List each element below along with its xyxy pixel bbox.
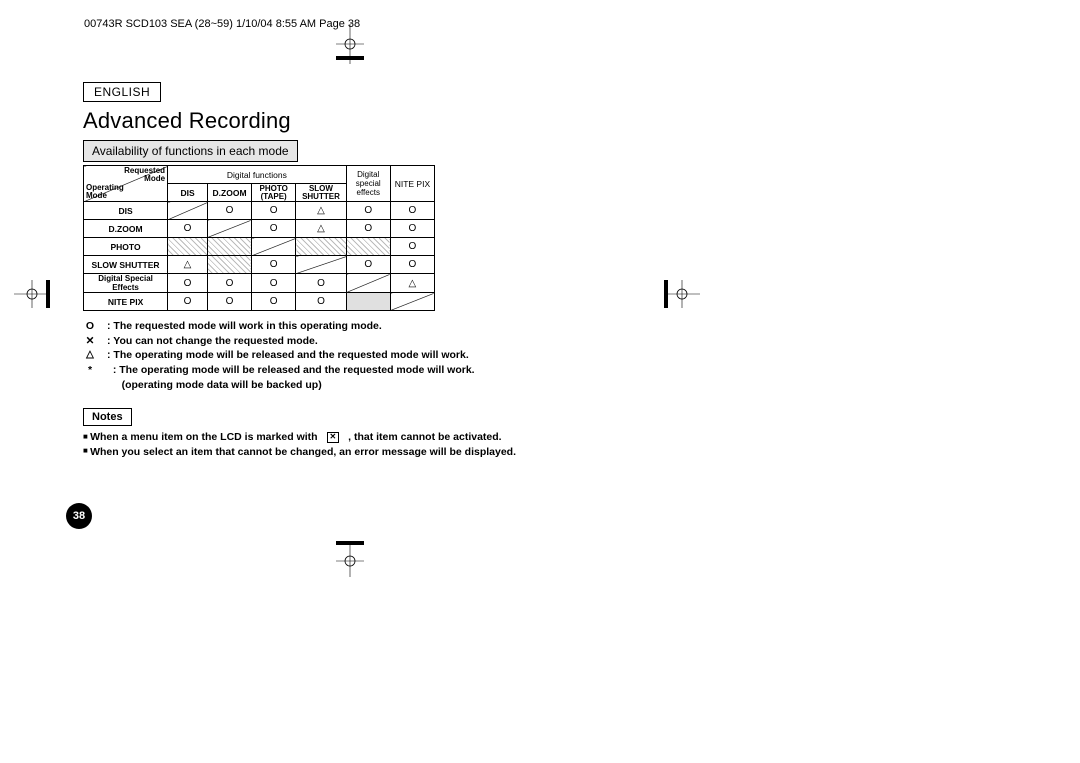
cell-hatch [168, 238, 208, 256]
cell: O [168, 274, 208, 293]
page-content: ENGLISH Advanced Recording Availability … [83, 82, 583, 459]
availability-table: Requested Mode Operating Mode Digital fu… [83, 165, 435, 311]
row-label: SLOW SHUTTER [84, 256, 168, 274]
notes-list: When a menu item on the LCD is marked wi… [83, 430, 583, 458]
cell: O [296, 274, 346, 293]
cell: O [252, 274, 296, 293]
cell-hatch [346, 238, 390, 256]
col-slow: SLOW SHUTTER [296, 184, 346, 202]
row-label: D.ZOOM [84, 220, 168, 238]
legend-text: : The operating mode will be released an… [107, 348, 469, 363]
note-text: , that item cannot be activated. [348, 431, 501, 443]
table-row: Digital Special Effects O O O O △ [84, 274, 435, 293]
row-label: NITE PIX [84, 293, 168, 311]
registration-mark-icon [14, 280, 54, 308]
cell-hatch [296, 238, 346, 256]
cell: O [390, 202, 434, 220]
registration-mark-icon [336, 24, 364, 64]
cell: O [346, 220, 390, 238]
cell-diag [346, 274, 390, 293]
cell: O [168, 220, 208, 238]
row-label: DIS [84, 202, 168, 220]
page-number-badge: 38 [66, 503, 92, 529]
cell-grey [346, 293, 390, 311]
cell: O [252, 202, 296, 220]
legend-text: : The requested mode will work in this o… [107, 319, 382, 334]
print-header: 00743R SCD103 SEA (28~59) 1/10/04 8:55 A… [84, 18, 360, 30]
cell-diag [252, 238, 296, 256]
legend-symbol-triangle: △ [83, 348, 97, 363]
col-dzoom: D.ZOOM [207, 184, 251, 202]
cell: △ [168, 256, 208, 274]
note-item: When you select an item that cannot be c… [83, 445, 583, 459]
col-group-digital: Digital functions [168, 166, 347, 184]
section-subtitle: Availability of functions in each mode [83, 140, 298, 162]
table-row: PHOTO O [84, 238, 435, 256]
table-row: SLOW SHUTTER △ O O O [84, 256, 435, 274]
col-photo: PHOTO (TAPE) [252, 184, 296, 202]
legend-symbol-star: * [83, 363, 97, 392]
row-label: PHOTO [84, 238, 168, 256]
cell-diag [296, 256, 346, 274]
table-row: D.ZOOM O O △ O O [84, 220, 435, 238]
cell: O [296, 293, 346, 311]
legend: O : The requested mode will work in this… [83, 319, 583, 392]
manual-page: 00743R SCD103 SEA (28~59) 1/10/04 8:55 A… [0, 0, 1080, 763]
cell: O [252, 220, 296, 238]
cell: O [168, 293, 208, 311]
cell: O [390, 220, 434, 238]
table-corner: Requested Mode Operating Mode [84, 166, 168, 202]
lcd-x-icon: ✕ [327, 432, 340, 443]
cell: O [390, 256, 434, 274]
legend-text: : You can not change the requested mode. [107, 334, 318, 349]
cell: O [390, 238, 434, 256]
cell-diag [390, 293, 434, 311]
col-nite: NITE PIX [390, 166, 434, 202]
legend-symbol-o: O [83, 319, 97, 334]
legend-symbol-x: ✕ [83, 334, 97, 349]
note-text: When a menu item on the LCD is marked wi… [90, 431, 320, 443]
notes-heading: Notes [83, 408, 132, 426]
cell-diag [207, 220, 251, 238]
cell-hatch [207, 256, 251, 274]
cell: O [252, 293, 296, 311]
cell: △ [296, 220, 346, 238]
note-item: When a menu item on the LCD is marked wi… [83, 430, 583, 444]
table-row: NITE PIX O O O O [84, 293, 435, 311]
cell-diag [168, 202, 208, 220]
col-special: Digital special effects [346, 166, 390, 202]
cell: O [207, 202, 251, 220]
cell: △ [296, 202, 346, 220]
cell: O [346, 256, 390, 274]
registration-mark-icon [660, 280, 700, 308]
cell: O [207, 293, 251, 311]
registration-mark-icon [336, 537, 364, 577]
cell: O [252, 256, 296, 274]
row-label: Digital Special Effects [84, 274, 168, 293]
col-dis: DIS [168, 184, 208, 202]
legend-text: : The operating mode will be released an… [107, 363, 475, 392]
language-label: ENGLISH [83, 82, 161, 102]
cell: △ [390, 274, 434, 293]
page-title: Advanced Recording [83, 108, 583, 134]
cell: O [346, 202, 390, 220]
table-row: DIS O O △ O O [84, 202, 435, 220]
cell: O [207, 274, 251, 293]
cell-hatch [207, 238, 251, 256]
